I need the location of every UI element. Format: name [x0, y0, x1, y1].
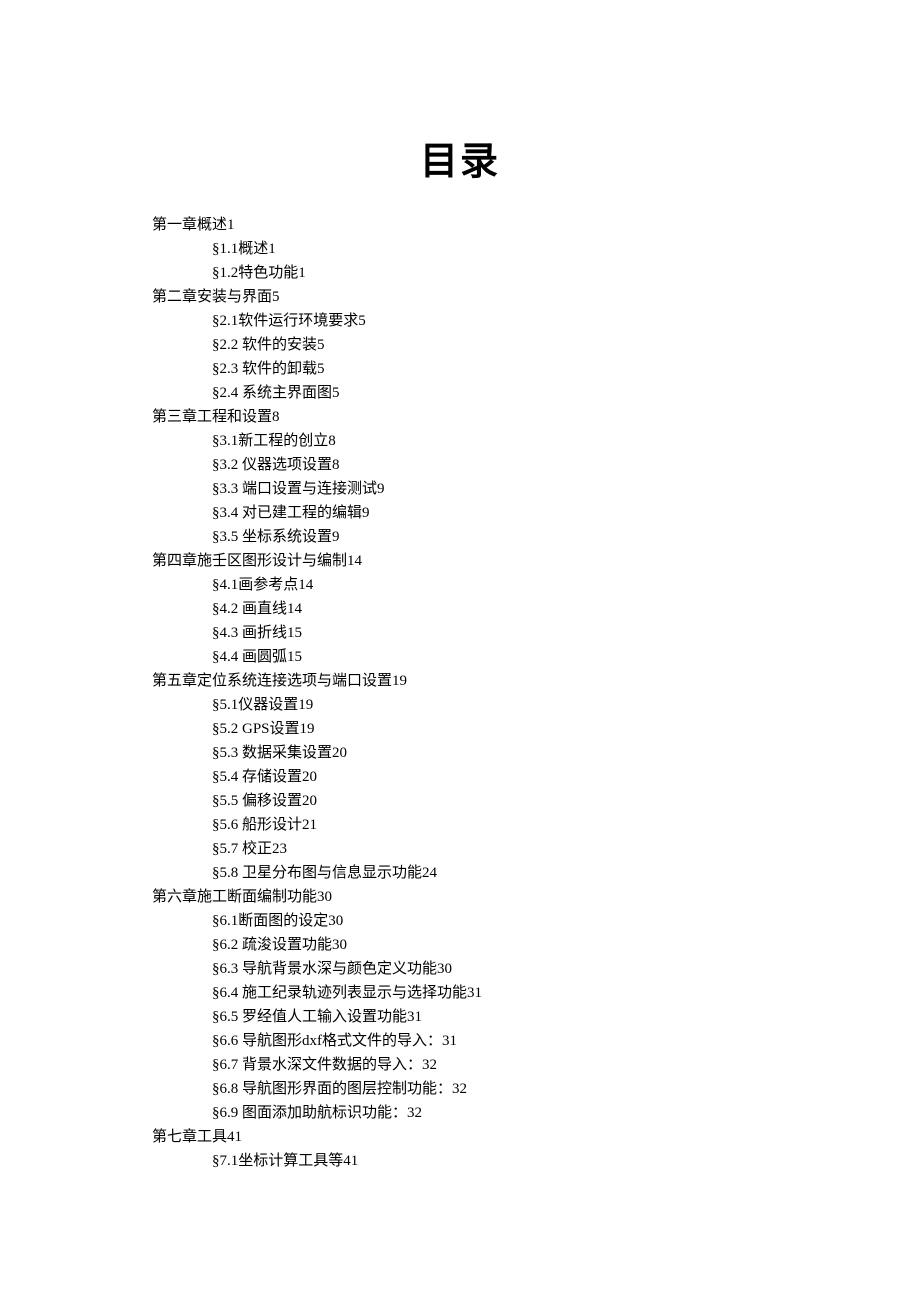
section-item: §2.4 系统主界面图5	[152, 381, 920, 405]
section-item: §5.6 船形设计21	[152, 813, 920, 837]
section-item: §6.8 导航图形界面的图层控制功能：32	[152, 1077, 920, 1101]
section-item: §1.2特色功能1	[152, 261, 920, 285]
section-item: §6.9 图面添加助航标识功能：32	[152, 1101, 920, 1125]
section-item: §5.3 数据采集设置20	[152, 741, 920, 765]
chapter-heading: 第二章安装与界面5	[152, 285, 920, 309]
chapter-heading: 第四章施壬区图形设计与编制14	[152, 549, 920, 573]
chapter-heading: 第三章工程和设置8	[152, 405, 920, 429]
section-item: §5.2 GPS设置19	[152, 717, 920, 741]
section-item: §5.1仪器设置19	[152, 693, 920, 717]
chapter-heading: 第一章概述1	[152, 213, 920, 237]
section-item: §4.1画参考点14	[152, 573, 920, 597]
section-item: §7.1坐标计算工具等41	[152, 1149, 920, 1173]
section-item: §2.2 软件的安装5	[152, 333, 920, 357]
section-item: §3.2 仪器选项设置8	[152, 453, 920, 477]
section-item: §6.5 罗经值人工输入设置功能31	[152, 1005, 920, 1029]
section-item: §5.4 存储设置20	[152, 765, 920, 789]
section-item: §2.3 软件的卸载5	[152, 357, 920, 381]
section-item: §6.3 导航背景水深与颜色定义功能30	[152, 957, 920, 981]
section-item: §3.4 对已建工程的编辑9	[152, 501, 920, 525]
chapter-heading: 第七章工具41	[152, 1125, 920, 1149]
chapter-heading: 第五章定位系统连接选项与端口设置19	[152, 669, 920, 693]
section-item: §6.7 背景水深文件数据的导入：32	[152, 1053, 920, 1077]
section-item: §3.5 坐标系统设置9	[152, 525, 920, 549]
page-title: 目录	[0, 130, 920, 185]
table-of-contents: 第一章概述1 §1.1概述1 §1.2特色功能1 第二章安装与界面5 §2.1软…	[0, 213, 920, 1173]
section-item: §3.3 端口设置与连接测试9	[152, 477, 920, 501]
section-item: §4.2 画直线14	[152, 597, 920, 621]
section-item: §4.3 画折线15	[152, 621, 920, 645]
section-item: §2.1软件运行环境要求5	[152, 309, 920, 333]
section-item: §6.2 疏浚设置功能30	[152, 933, 920, 957]
section-item: §6.6 导航图形dxf格式文件的导入：31	[152, 1029, 920, 1053]
section-item: §3.1新工程的创立8	[152, 429, 920, 453]
section-item: §6.4 施工纪录轨迹列表显示与选择功能31	[152, 981, 920, 1005]
section-item: §4.4 画圆弧15	[152, 645, 920, 669]
section-item: §5.5 偏移设置20	[152, 789, 920, 813]
section-item: §1.1概述1	[152, 237, 920, 261]
section-item: §6.1断面图的设定30	[152, 909, 920, 933]
section-item: §5.8 卫星分布图与信息显示功能24	[152, 861, 920, 885]
chapter-heading: 第六章施工断面编制功能30	[152, 885, 920, 909]
section-item: §5.7 校正23	[152, 837, 920, 861]
